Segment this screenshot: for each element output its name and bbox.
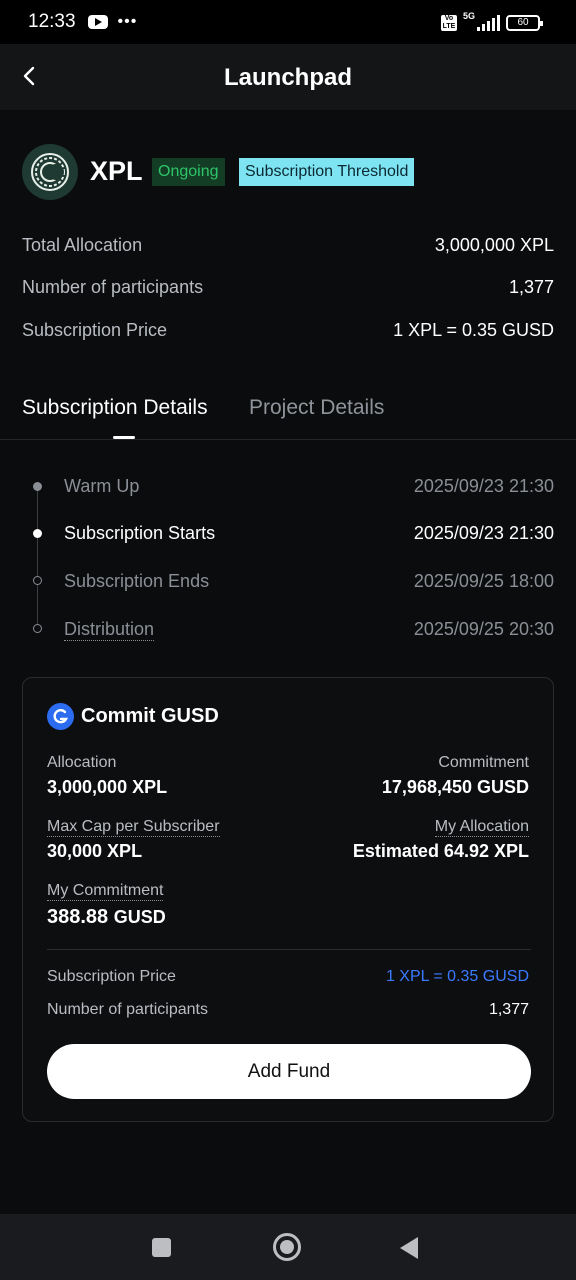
- info-label: Total Allocation: [22, 235, 143, 255]
- info-value: 1,377: [508, 277, 554, 297]
- signal-icon: 5G: [463, 11, 500, 31]
- back-triangle-icon[interactable]: [400, 1237, 418, 1259]
- info-label: Number of participants: [22, 277, 204, 297]
- timeline-label: Warm Up: [64, 476, 140, 496]
- card-divider: [47, 949, 531, 950]
- max-cap-label[interactable]: Max Cap per Subscriber: [47, 818, 220, 837]
- timeline-dot-warm-up: [33, 482, 42, 491]
- battery-icon: 60: [506, 15, 543, 31]
- commitment-value: 17,968,450 GUSD: [381, 777, 529, 797]
- info-row-total-allocation: Total Allocation 3,000,000 XPL: [22, 235, 554, 256]
- page-title: Launchpad: [223, 64, 352, 91]
- info-value: 1 XPL = 0.35 GUSD: [393, 320, 554, 340]
- timeline-date: 2025/09/25 20:30: [413, 619, 554, 639]
- timeline-label-distribution[interactable]: Distribution: [64, 619, 155, 641]
- timeline-dot-subscription-ends: [33, 576, 42, 585]
- status-badge: Ongoing: [152, 158, 225, 186]
- allocation-value: 3,000,000 XPL: [47, 777, 168, 797]
- info-row-subscription-price: Subscription Price 1 XPL = 0.35 GUSD: [22, 320, 554, 341]
- add-fund-button[interactable]: Add Fund: [47, 1044, 531, 1099]
- timeline-label: Subscription Ends: [64, 571, 210, 591]
- my-commitment-label[interactable]: My Commitment: [47, 882, 164, 901]
- timeline-line: [37, 486, 38, 630]
- tab-divider: [0, 439, 576, 440]
- card-price-value: 1 XPL = 0.35 GUSD: [385, 968, 529, 985]
- recents-icon[interactable]: [152, 1238, 171, 1257]
- home-icon[interactable]: [273, 1233, 301, 1261]
- network-label: 5G: [463, 11, 476, 21]
- card-participants-value: 1,377: [488, 1001, 529, 1018]
- commit-title: Commit GUSD: [81, 705, 219, 727]
- info-value: 3,000,000 XPL: [434, 235, 554, 255]
- my-allocation-value: Estimated 64.92 XPL: [352, 841, 529, 861]
- type-badge: Subscription Threshold: [239, 158, 415, 186]
- status-icons: Vo LTE 5G 60: [441, 11, 543, 31]
- timeline-date: 2025/09/25 18:00: [413, 571, 554, 591]
- my-commitment-unit: GUSD: [113, 907, 166, 927]
- project-logo: [22, 144, 78, 200]
- info-label: Subscription Price: [22, 320, 168, 340]
- xpl-logo-icon: [31, 153, 69, 191]
- system-nav-bar: [0, 1214, 576, 1280]
- allocation-label: Allocation: [47, 754, 117, 771]
- youtube-icon: [87, 15, 108, 29]
- max-cap-value: 30,000 XPL: [47, 841, 143, 861]
- gusd-icon: [47, 703, 74, 730]
- my-commitment-value: 388.88 GUSD: [47, 906, 166, 929]
- card-participants-label: Number of participants: [47, 1001, 208, 1018]
- commitment-label: Commitment: [438, 754, 529, 771]
- status-bar: 12:33 ••• Vo LTE 5G 60: [0, 0, 576, 44]
- timeline-dot-subscription-starts: [33, 529, 42, 538]
- timeline-date: 2025/09/23 21:30: [413, 523, 554, 543]
- my-allocation-label[interactable]: My Allocation: [434, 818, 529, 837]
- status-time: 12:33: [28, 11, 76, 32]
- volte-icon: Vo LTE: [441, 15, 457, 31]
- timeline-label: Subscription Starts: [64, 523, 216, 543]
- app-header: Launchpad: [0, 44, 576, 110]
- commit-card: Commit GUSD Allocation 3,000,000 XPL Com…: [22, 677, 554, 1122]
- card-price-label: Subscription Price: [47, 968, 176, 985]
- tab-project-details[interactable]: Project Details: [249, 396, 384, 420]
- tab-subscription-details[interactable]: Subscription Details: [22, 396, 208, 420]
- timeline-dot-distribution: [33, 624, 42, 633]
- my-commitment-amount: 388.88: [47, 906, 109, 928]
- more-dots-icon: •••: [117, 13, 138, 30]
- timeline-date: 2025/09/23 21:30: [413, 476, 554, 496]
- project-name: XPL: [90, 156, 143, 186]
- info-row-participants: Number of participants 1,377: [22, 277, 554, 298]
